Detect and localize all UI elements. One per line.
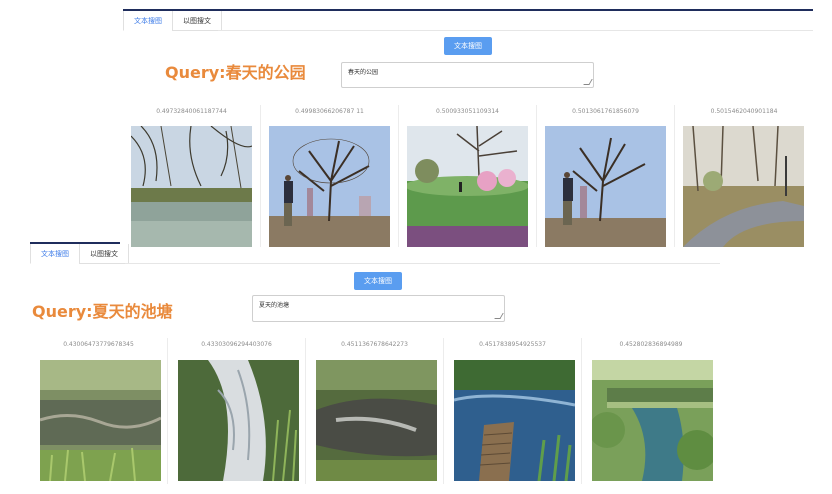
results-row: 0.49732840061187744 0.49983066206787 11 [123, 105, 813, 247]
tab-bar-rule [125, 263, 720, 264]
results-row: 0.43006473779678345 0.43303096294403076 [30, 338, 720, 484]
similarity-score: 0.4511367678642273 [341, 341, 408, 348]
result-card[interactable]: 0.5013061761856079 [537, 105, 675, 247]
golfer-tree-image[interactable] [269, 126, 390, 247]
similarity-score: 0.452802836894989 [619, 341, 683, 348]
similarity-score: 0.4517838954925537 [479, 341, 546, 348]
result-card[interactable]: 0.500933051109314 [399, 105, 537, 247]
similarity-score: 0.43303096294403076 [201, 341, 272, 348]
tab-image-to-text[interactable]: 以图搜文 [79, 244, 129, 264]
similarity-score: 0.5013061761856079 [572, 108, 639, 115]
tab-bar-rule [218, 30, 813, 31]
search-panel-spring: 文本搜图 以图搜文 文本搜图 Query:春天的公园 春天的公园 0.49732… [123, 9, 813, 249]
query-textarea[interactable]: 夏天的池塘 [252, 295, 505, 322]
result-card[interactable]: 0.4517838954925537 [444, 338, 582, 484]
tab-text-to-image[interactable]: 文本搜图 [123, 11, 172, 31]
park-lawn-blossom-image[interactable] [407, 126, 528, 247]
result-card[interactable]: 0.43303096294403076 [168, 338, 306, 484]
similarity-score: 0.500933051109314 [436, 108, 499, 115]
query-label: Query:春天的公园 [165, 63, 306, 82]
park-path-image[interactable] [683, 126, 804, 247]
similarity-score: 0.49983066206787 11 [295, 108, 364, 115]
result-card[interactable]: 0.43006473779678345 [30, 338, 168, 484]
similarity-score: 0.43006473779678345 [63, 341, 134, 348]
overgrown-stream-image[interactable] [316, 360, 437, 481]
result-card[interactable]: 0.5015462040901184 [675, 105, 813, 247]
panel-top-rule [123, 9, 813, 11]
resize-handle[interactable] [583, 79, 593, 85]
query-textarea[interactable]: 春天的公园 [341, 62, 594, 88]
search-panel-summer: 文本搜图 以图搜文 文本搜图 Query:夏天的池塘 夏天的池塘 0.43006… [30, 242, 720, 487]
query-text: 夏天的池塘 [259, 302, 290, 309]
golfer-tree-image[interactable] [545, 126, 666, 247]
tab-image-to-text[interactable]: 以图搜文 [172, 11, 222, 31]
similarity-score: 0.49732840061187744 [156, 108, 227, 115]
result-card[interactable]: 0.49983066206787 11 [261, 105, 399, 247]
blue-pond-dock-image[interactable] [454, 360, 575, 481]
waterfall-stream-image[interactable] [178, 360, 299, 481]
query-label: Query:夏天的池塘 [32, 302, 173, 321]
tab-bar: 文本搜图 以图搜文 [123, 11, 222, 31]
query-text: 春天的公园 [348, 69, 379, 76]
result-card[interactable]: 0.452802836894989 [582, 338, 720, 484]
similarity-score: 0.5015462040901184 [710, 108, 778, 115]
result-card[interactable]: 0.4511367678642273 [306, 338, 444, 484]
text-search-button[interactable]: 文本搜图 [354, 272, 402, 290]
willow-pond-image[interactable] [131, 126, 252, 247]
text-search-button[interactable]: 文本搜图 [444, 37, 492, 55]
resize-handle[interactable] [494, 313, 504, 319]
tab-text-to-image[interactable]: 文本搜图 [30, 244, 79, 264]
mossy-bridge-image[interactable] [592, 360, 713, 481]
result-card[interactable]: 0.49732840061187744 [123, 105, 261, 247]
tab-bar: 文本搜图 以图搜文 [30, 244, 129, 264]
marsh-pond-image[interactable] [40, 360, 161, 481]
